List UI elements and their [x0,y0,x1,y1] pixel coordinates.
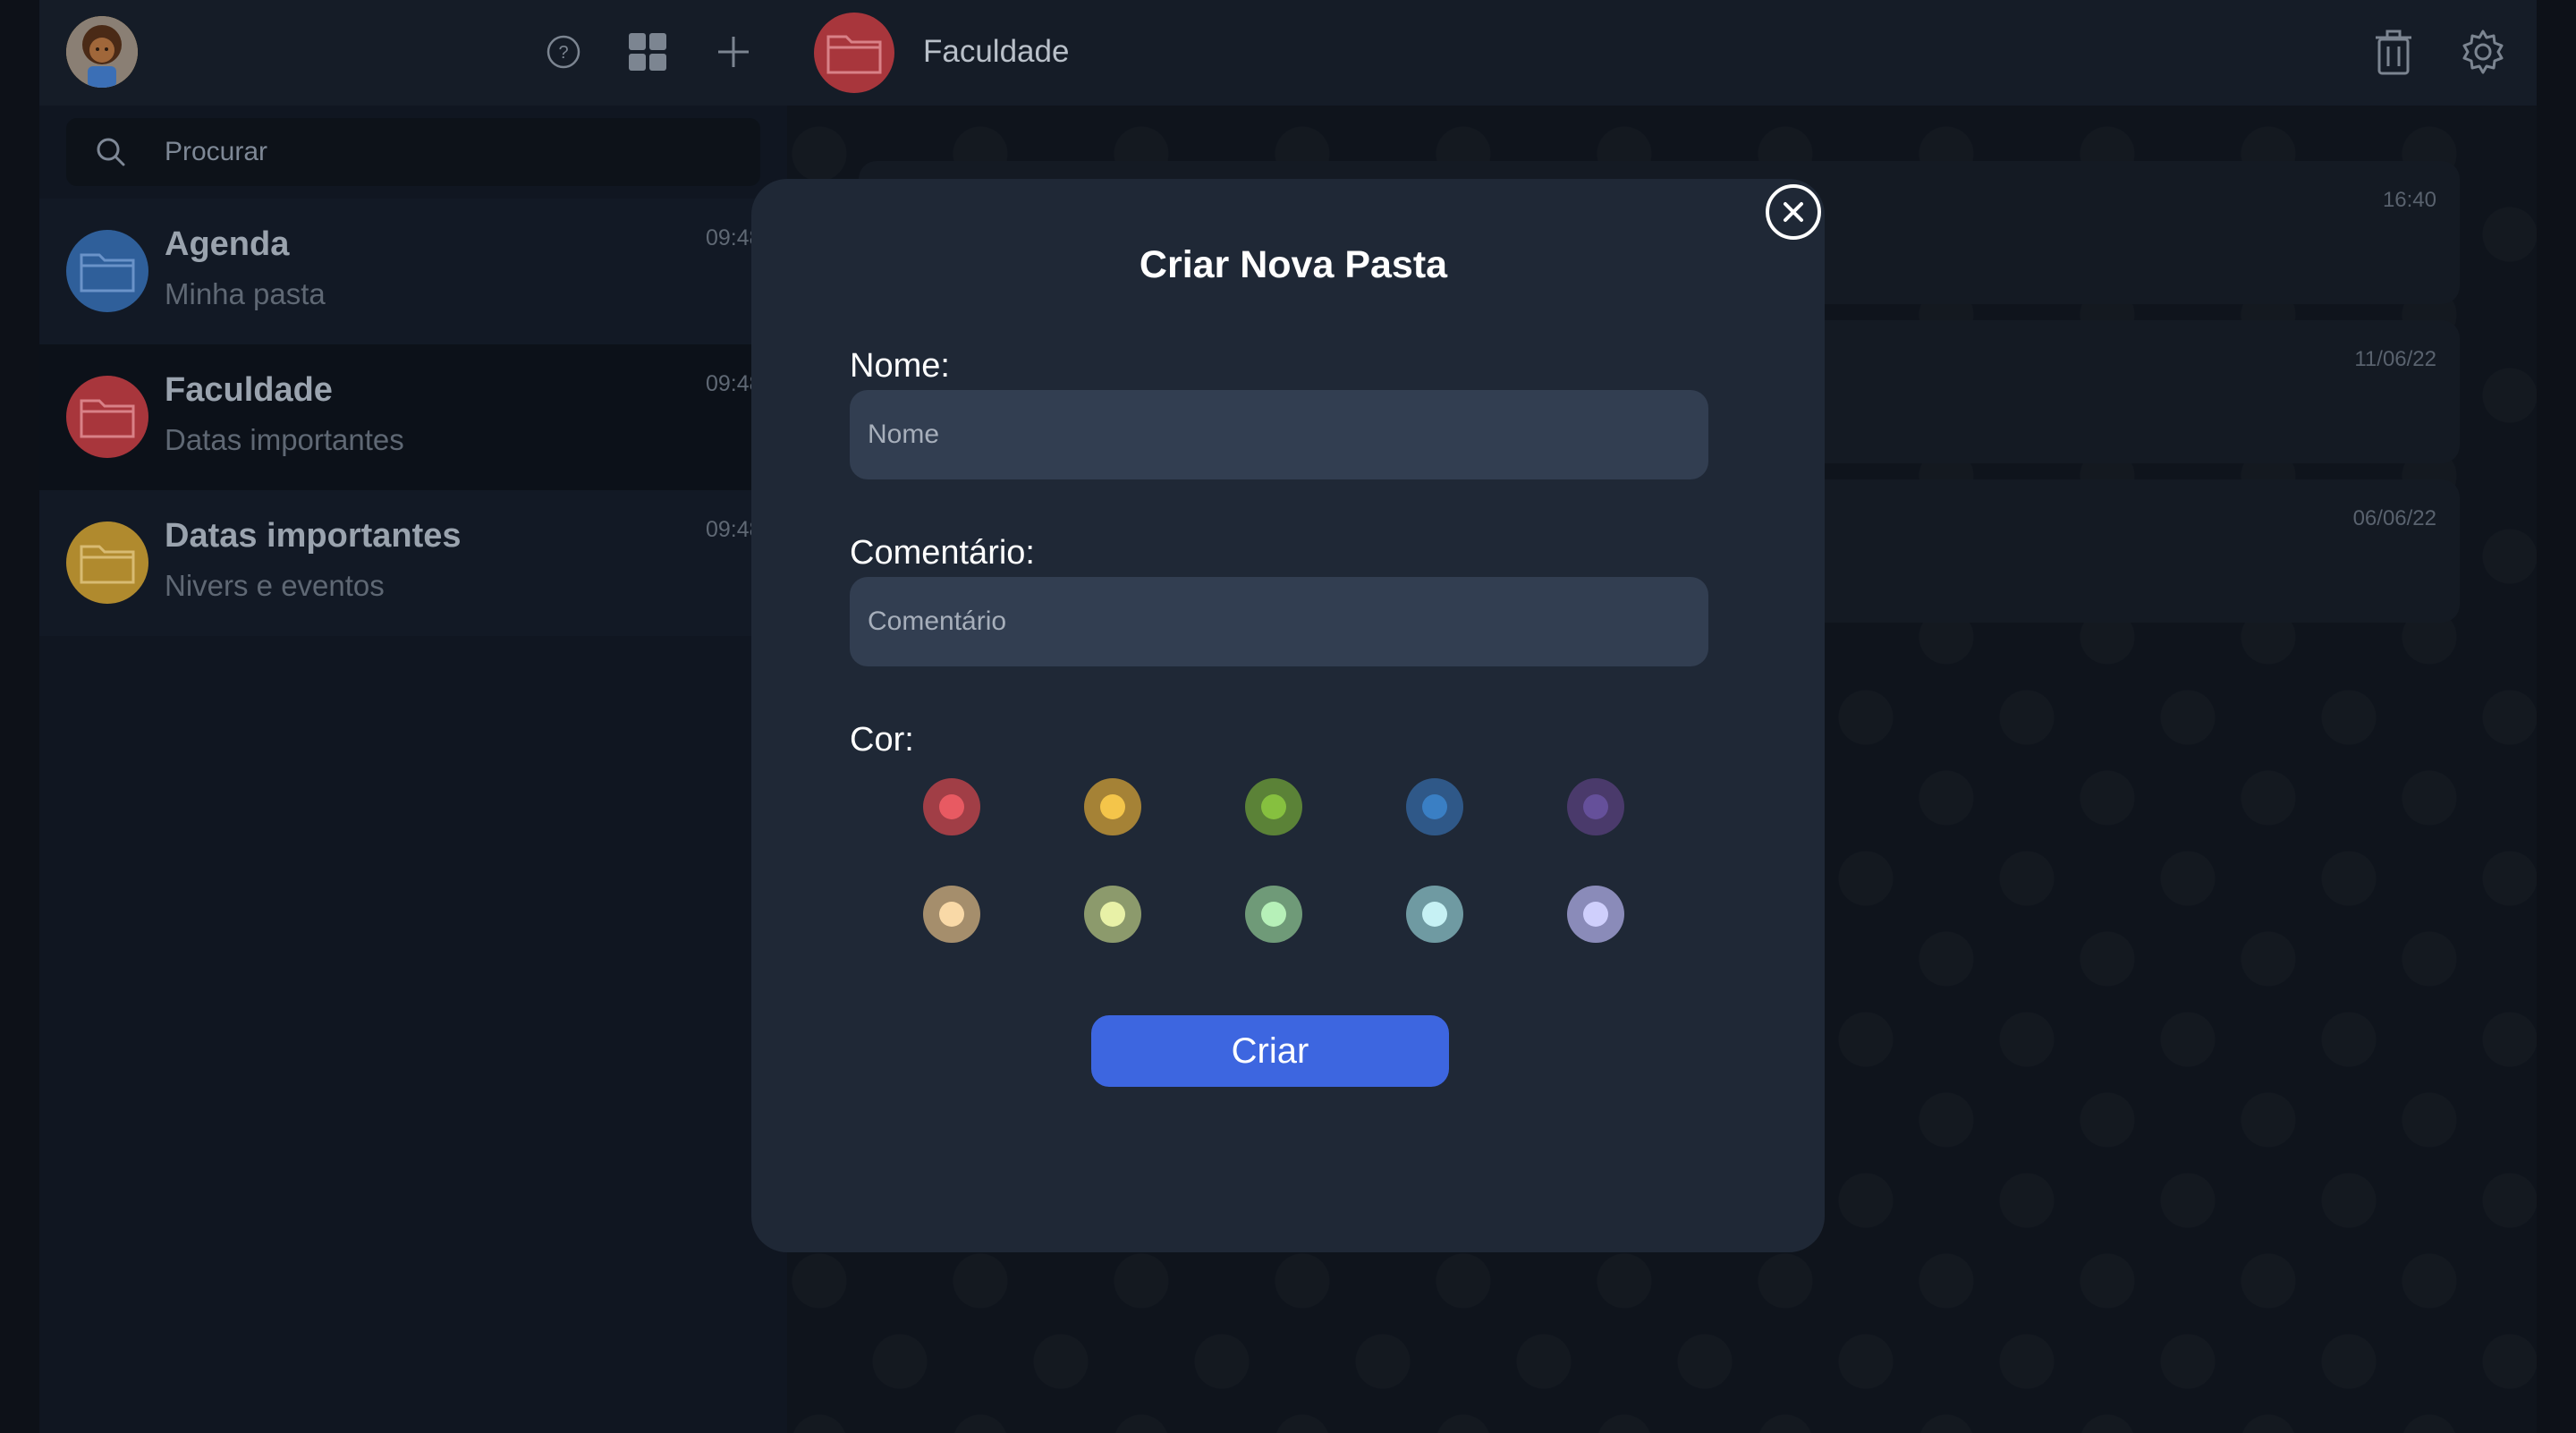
note-time: 06/06/22 [2352,506,2436,530]
color-swatch[interactable] [923,886,980,943]
svg-text:?: ? [558,43,568,63]
folder-subtitle: Minha pasta [165,277,326,310]
folder-avatar [66,376,148,458]
folder-item-faculdade[interactable]: Faculdade Datas importantes 09:48 [39,344,787,490]
color-swatch-dot [1583,794,1608,819]
color-swatch-dot [1583,902,1608,927]
sidebar: ? Agenda Minha pasta 09:48 [39,0,787,1433]
folder-subtitle: Nivers e eventos [165,569,385,602]
color-swatch-dot [1100,794,1125,819]
close-button[interactable] [1766,184,1821,240]
folder-icon [826,35,882,74]
color-swatch-dot [1261,902,1286,927]
search-bar [66,118,760,186]
add-icon[interactable] [707,25,760,79]
folder-icon [80,253,135,293]
note-time: 16:40 [2382,188,2436,212]
color-swatch-dot [1261,794,1286,819]
comment-label: Comentário: [850,534,1035,572]
color-swatch[interactable] [1567,886,1624,943]
color-swatch[interactable] [1084,886,1141,943]
create-folder-modal: Criar Nova Pasta Nome: Comentário: Cor: … [751,179,1825,1252]
name-input[interactable] [850,390,1708,479]
trash-icon[interactable] [2367,25,2420,79]
search-input[interactable] [165,131,737,174]
comment-input[interactable] [850,577,1708,666]
grid-icon[interactable] [621,25,674,79]
folder-subtitle: Datas importantes [165,423,404,456]
folder-item-datas-importantes[interactable]: Datas importantes Nivers e eventos 09:48 [39,490,787,636]
name-label: Nome: [850,347,950,385]
folder-name: Faculdade [165,371,333,409]
color-swatch[interactable] [1567,778,1624,835]
modal-title: Criar Nova Pasta [1139,243,1448,286]
folder-avatar [66,521,148,604]
chat-folder-avatar [814,13,894,93]
color-swatch-dot [1422,902,1447,927]
color-swatch-dot [1100,902,1125,927]
folder-avatar [66,230,148,312]
color-label: Cor: [850,721,914,759]
color-swatch-dot [939,902,964,927]
color-swatch[interactable] [1245,886,1302,943]
color-swatch-dot [1422,794,1447,819]
folder-item-agenda[interactable]: Agenda Minha pasta 09:48 [39,199,787,344]
folder-icon [80,399,135,438]
sidebar-header: ? [39,0,787,106]
folder-list: Agenda Minha pasta 09:48 Faculdade Datas… [39,199,787,636]
color-swatch[interactable] [1406,778,1463,835]
chat-title: Faculdade [923,34,1070,69]
color-swatch[interactable] [1245,778,1302,835]
color-swatch[interactable] [923,778,980,835]
chat-header: Faculdade [787,0,2537,106]
app-window: ? Agenda Minha pasta 09:48 [0,0,2576,1433]
note-time: 11/06/22 [2354,347,2436,371]
create-button[interactable]: Criar [1091,1015,1449,1087]
folder-name: Agenda [165,225,290,263]
close-icon [1784,202,1803,222]
folder-icon [80,545,135,584]
color-swatch[interactable] [1084,778,1141,835]
settings-gear-icon[interactable] [2456,25,2510,79]
help-icon[interactable]: ? [537,25,590,79]
search-icon [97,138,125,166]
folder-name: Datas importantes [165,517,462,555]
color-swatch-dot [939,794,964,819]
color-swatch[interactable] [1406,886,1463,943]
user-avatar[interactable] [66,16,138,88]
